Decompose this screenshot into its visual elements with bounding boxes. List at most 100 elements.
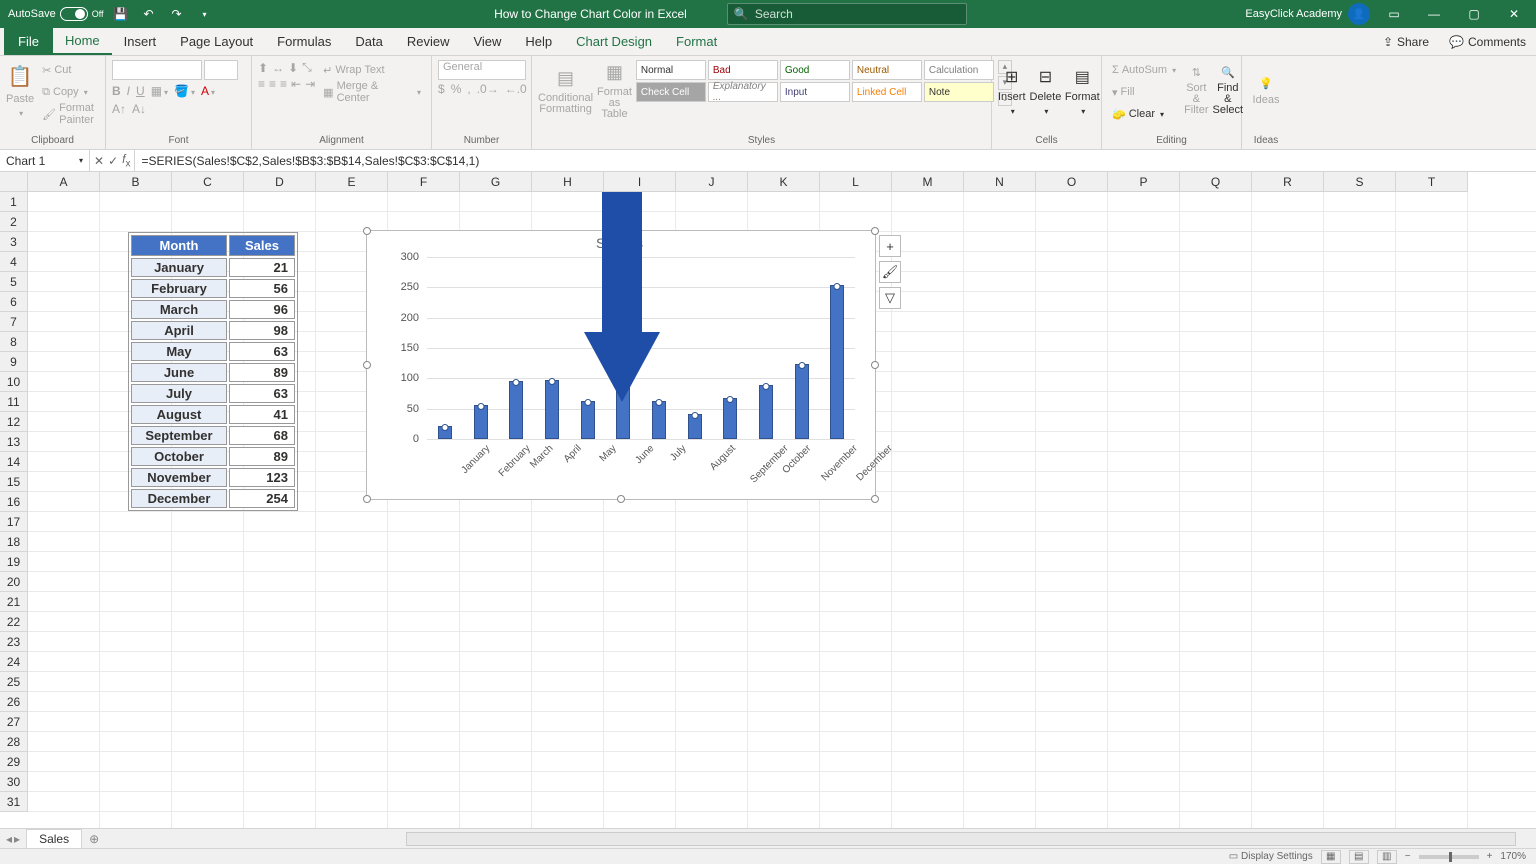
column-header[interactable]: J [676,172,748,192]
column-header[interactable]: F [388,172,460,192]
chart-bar[interactable] [616,385,630,439]
style-good[interactable]: Good [780,60,850,80]
table-row[interactable]: September68 [131,426,295,445]
indent-dec-icon[interactable]: ⇤ [291,77,301,91]
autosave-toggle[interactable]: AutoSave Off [8,7,104,21]
minimize-icon[interactable]: — [1418,0,1450,28]
column-header[interactable]: C [172,172,244,192]
tab-formulas[interactable]: Formulas [265,28,343,55]
page-break-view-button[interactable]: ▥ [1377,850,1397,864]
chart-bar[interactable] [474,405,488,439]
tab-home[interactable]: Home [53,28,112,55]
row-header[interactable]: 13 [0,432,28,452]
chart-bar[interactable] [759,385,773,439]
style-input[interactable]: Input [780,82,850,102]
sheet-tab-sales[interactable]: Sales [26,829,82,848]
chart-bar[interactable] [581,401,595,439]
zoom-in-button[interactable]: + [1487,851,1493,862]
comma-icon[interactable]: , [467,82,470,96]
format-as-table-button[interactable]: ▦ Format as Table [597,60,632,122]
column-header[interactable]: R [1252,172,1324,192]
table-row[interactable]: August41 [131,405,295,424]
align-right-icon[interactable]: ≡ [280,77,287,91]
column-header[interactable]: M [892,172,964,192]
row-header[interactable]: 24 [0,652,28,672]
column-header[interactable]: I [604,172,676,192]
chart-bar[interactable] [438,426,452,439]
chart-bar[interactable] [545,380,559,439]
row-header[interactable]: 17 [0,512,28,532]
column-header[interactable]: H [532,172,604,192]
row-header[interactable]: 28 [0,732,28,752]
cell-styles-gallery[interactable]: Normal Bad Good Neutral Calculation Chec… [636,60,994,102]
row-header[interactable]: 10 [0,372,28,392]
row-header[interactable]: 14 [0,452,28,472]
tab-chart-design[interactable]: Chart Design [564,28,664,55]
bold-button[interactable]: B [112,84,121,98]
zoom-level[interactable]: 170% [1500,851,1526,862]
row-header[interactable]: 2 [0,212,28,232]
normal-view-button[interactable]: ▦ [1321,850,1341,864]
account-button[interactable]: EasyClick Academy 👤 [1245,3,1370,25]
decrease-decimal-icon[interactable]: ←.0 [505,82,527,96]
row-header[interactable]: 8 [0,332,28,352]
save-icon[interactable]: 💾 [110,3,132,25]
chart-x-axis[interactable]: JanuaryFebruaryMarchAprilMayJuneJulyAugu… [427,441,855,493]
align-top-icon[interactable]: ⬆ [258,61,268,75]
autosum-button[interactable]: ΣAutoSum▾ [1108,60,1180,80]
row-header[interactable]: 3 [0,232,28,252]
find-select-button[interactable]: 🔍Find & Select [1213,60,1244,122]
row-header[interactable]: 29 [0,752,28,772]
merge-center-button[interactable]: ▦Merge & Center▾ [319,82,425,102]
row-header[interactable]: 20 [0,572,28,592]
chart-object[interactable]: Sales + 🖌 ▽ 050100150200250300 JanuaryFe… [366,230,876,500]
row-header[interactable]: 26 [0,692,28,712]
file-tab[interactable]: File [4,28,53,55]
style-normal[interactable]: Normal [636,60,706,80]
column-header[interactable]: K [748,172,820,192]
wrap-text-button[interactable]: ↵Wrap Text [319,60,425,80]
increase-font-icon[interactable]: A↑ [112,102,126,116]
row-header[interactable]: 25 [0,672,28,692]
table-row[interactable]: November123 [131,468,295,487]
paste-button[interactable]: 📋 Paste▾ [6,60,34,122]
ribbon-mode-icon[interactable]: ▭ [1378,0,1410,28]
table-header-sales[interactable]: Sales [229,235,295,256]
column-header[interactable]: B [100,172,172,192]
table-row[interactable]: January21 [131,258,295,277]
horizontal-scrollbar[interactable] [406,832,1516,846]
column-header[interactable]: P [1108,172,1180,192]
column-header[interactable]: Q [1180,172,1252,192]
indent-inc-icon[interactable]: ⇥ [305,77,315,91]
tab-page-layout[interactable]: Page Layout [168,28,265,55]
column-header[interactable]: S [1324,172,1396,192]
copy-button[interactable]: ⧉Copy▾ [38,82,99,102]
row-header[interactable]: 4 [0,252,28,272]
new-sheet-button[interactable]: ⊕ [82,829,106,848]
row-header[interactable]: 11 [0,392,28,412]
style-calculation[interactable]: Calculation [924,60,994,80]
row-header[interactable]: 21 [0,592,28,612]
table-row[interactable]: March96 [131,300,295,319]
chart-bar[interactable] [688,414,702,439]
row-header[interactable]: 1 [0,192,28,212]
sheet-nav-next-icon[interactable]: ▸ [14,832,20,846]
chart-styles-button[interactable]: 🖌 [879,261,901,283]
format-cells-button[interactable]: ▤ Format▾ [1065,60,1099,122]
formula-input[interactable]: =SERIES(Sales!$C$2,Sales!$B$3:$B$14,Sale… [135,150,1536,171]
maximize-icon[interactable]: ▢ [1458,0,1490,28]
table-row[interactable]: February56 [131,279,295,298]
fill-button[interactable]: ▾Fill [1108,82,1180,102]
row-header[interactable]: 16 [0,492,28,512]
table-row[interactable]: April98 [131,321,295,340]
conditional-formatting-button[interactable]: ▤ Conditional Formatting [538,60,593,122]
orientation-icon[interactable]: ⤡ [302,60,312,75]
row-header[interactable]: 23 [0,632,28,652]
tab-format[interactable]: Format [664,28,729,55]
fx-icon[interactable]: fx [122,152,130,169]
select-all-corner[interactable] [0,172,28,192]
table-row[interactable]: October89 [131,447,295,466]
cut-button[interactable]: ✂Cut [38,60,99,80]
currency-icon[interactable]: $ [438,82,445,96]
column-header[interactable]: O [1036,172,1108,192]
